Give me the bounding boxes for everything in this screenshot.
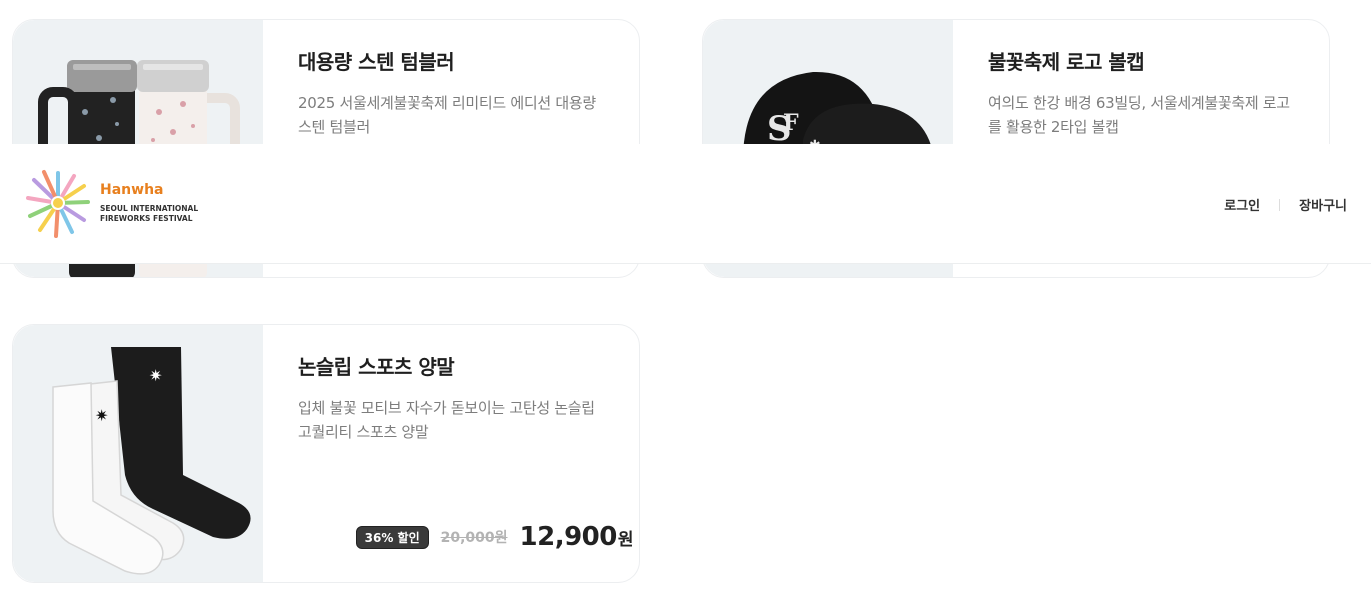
logo-subtitle-line1: SEOUL INTERNATIONAL (100, 204, 199, 213)
price-row: 36% 할인 20,000원 12,900원 (355, 522, 634, 552)
logo-brand: Hanwha (100, 182, 164, 198)
product-title[interactable]: 불꽃축제 로고 볼캡 (988, 46, 1299, 75)
product-image-socks[interactable]: ✷ ✷ (13, 325, 263, 582)
final-price-value: 12,900 (519, 522, 618, 552)
final-price: 12,900원 (519, 522, 634, 552)
svg-text:F: F (783, 110, 799, 136)
product-title[interactable]: 대용량 스텐 텀블러 (298, 46, 609, 75)
cart-link[interactable]: 장바구니 (1299, 195, 1347, 214)
currency-label: 원 (617, 530, 634, 550)
svg-text:✷: ✷ (149, 366, 162, 385)
original-price: 20,000원 (440, 530, 508, 546)
product-description: 2025 서울세계불꽃축제 리미티드 에디션 대용량 스텐 텀블러 (298, 94, 596, 136)
nav-divider (1279, 198, 1281, 211)
svg-text:✷: ✷ (95, 406, 108, 425)
header-nav: 로그인 장바구니 (1224, 195, 1347, 214)
product-description: 여의도 한강 배경 63빌딩, 서울세계불꽃축제 로고를 활용한 2타입 볼캡 (988, 94, 1290, 136)
product-title[interactable]: 논슬립 스포츠 양말 (298, 351, 609, 380)
product-description: 입체 불꽃 모티브 자수가 돋보이는 고탄성 논슬립 고퀄리티 스포츠 양말 (298, 399, 595, 441)
logo-subtitle: SEOUL INTERNATIONAL FIREWORKS FESTIVAL (100, 204, 198, 224)
site-header: Hanwha SEOUL INTERNATIONAL FIREWORKS FES… (0, 144, 1371, 264)
product-card-socks[interactable]: ✷ ✷ 논슬립 스포츠 양말 입체 불꽃 모티브 자수가 돋보이는 고탄성 논슬… (12, 324, 640, 583)
logo-subtitle-line2: FIREWORKS FESTIVAL (100, 214, 193, 223)
festival-logo[interactable]: Hanwha SEOUL INTERNATIONAL FIREWORKS FES… (26, 168, 198, 238)
discount-badge: 36% 할인 (355, 525, 429, 549)
socks-image: ✷ ✷ (52, 347, 251, 575)
firework-logo-icon (26, 170, 90, 238)
logo-text: Hanwha SEOUL INTERNATIONAL FIREWORKS FES… (100, 182, 198, 224)
login-link[interactable]: 로그인 (1224, 195, 1260, 214)
